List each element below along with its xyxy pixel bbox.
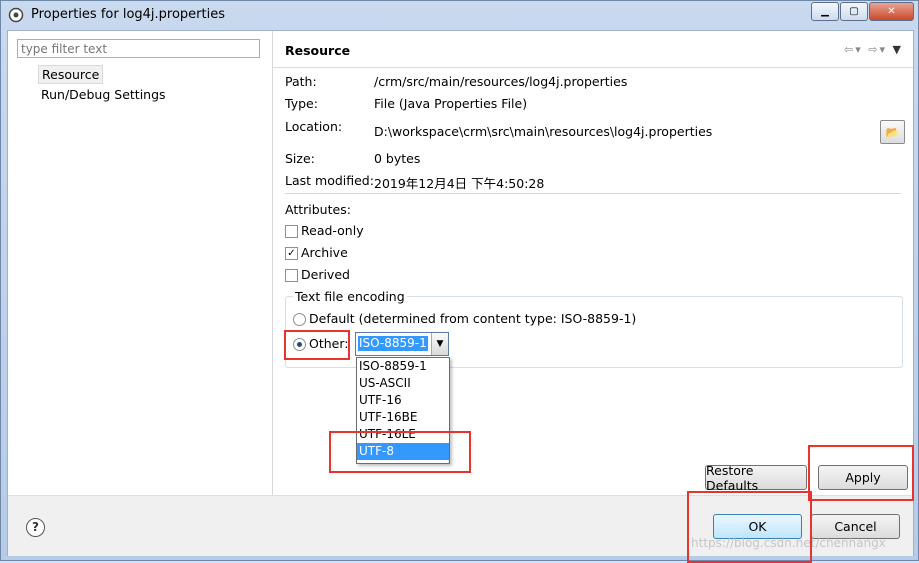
help-icon[interactable]: ? bbox=[26, 518, 45, 537]
size-value: 0 bytes bbox=[374, 151, 421, 166]
read-only-label: Read-only bbox=[301, 223, 364, 238]
encoding-group-label: Text file encoding bbox=[293, 289, 407, 304]
default-encoding-radio[interactable] bbox=[293, 313, 306, 326]
apply-button[interactable]: Apply bbox=[818, 465, 908, 490]
size-label: Size: bbox=[285, 151, 315, 166]
other-encoding-label: Other: bbox=[309, 336, 349, 351]
archive-checkbox[interactable]: ✓ bbox=[285, 247, 298, 260]
derived-checkbox[interactable] bbox=[285, 269, 298, 282]
minimize-icon: ▁ bbox=[821, 6, 829, 17]
folder-open-icon: 📂 bbox=[885, 125, 900, 139]
encoding-combo[interactable]: ISO-8859-1 ▼ bbox=[355, 332, 449, 356]
sidebar-item-resource[interactable]: Resource bbox=[38, 65, 104, 84]
encoding-option[interactable]: US-ASCII bbox=[357, 375, 449, 392]
title-bar: Properties for log4j.properties ▁ ▢ ✕ bbox=[1, 1, 918, 29]
encoding-option-highlighted[interactable]: UTF-8 bbox=[357, 443, 449, 460]
divider bbox=[285, 193, 901, 194]
eclipse-app-icon bbox=[8, 7, 24, 23]
view-menu-icon[interactable]: ▼ bbox=[893, 43, 903, 56]
properties-dialog: Properties for log4j.properties ▁ ▢ ✕ Re… bbox=[0, 0, 919, 563]
resource-page: Resource ⇦▾ ⇨▾ ▼ Path: /crm/src/main/res… bbox=[273, 31, 913, 495]
location-label: Location: bbox=[285, 119, 343, 134]
filter-input[interactable] bbox=[17, 39, 260, 58]
nav-arrows: ⇦▾ ⇨▾ ▼ bbox=[844, 43, 903, 56]
watermark: https://blog.csdn.net/chenhangx bbox=[691, 536, 886, 550]
type-value: File (Java Properties File) bbox=[374, 96, 528, 111]
path-value: /crm/src/main/resources/log4j.properties bbox=[374, 74, 628, 89]
page-header: Resource ⇦▾ ⇨▾ ▼ bbox=[273, 31, 913, 68]
default-encoding-label: Default (determined from content type: I… bbox=[309, 311, 637, 326]
maximize-icon: ▢ bbox=[849, 6, 859, 17]
modified-value: 2019年12月4日 下午4:50:28 bbox=[374, 176, 545, 191]
archive-label: Archive bbox=[301, 245, 348, 260]
window-title: Properties for log4j.properties bbox=[31, 7, 226, 22]
sidebar: Resource Run/Debug Settings bbox=[8, 31, 273, 495]
read-only-checkbox[interactable] bbox=[285, 225, 298, 238]
close-button[interactable]: ✕ bbox=[869, 2, 914, 21]
restore-defaults-button[interactable]: Restore Defaults bbox=[705, 463, 807, 493]
encoding-dropdown-list: ISO-8859-1 US-ASCII UTF-16 UTF-16BE UTF-… bbox=[356, 357, 450, 464]
maximize-button[interactable]: ▢ bbox=[840, 2, 868, 21]
attributes-label: Attributes: bbox=[285, 202, 351, 217]
encoding-option[interactable]: ISO-8859-1 bbox=[357, 358, 449, 375]
other-encoding-radio[interactable] bbox=[293, 338, 306, 351]
path-label: Path: bbox=[285, 74, 317, 89]
page-title: Resource bbox=[285, 43, 351, 58]
close-icon: ✕ bbox=[887, 6, 896, 17]
location-value: D:\workspace\crm\src\main\resources\log4… bbox=[374, 124, 713, 139]
show-in-explorer-button[interactable]: 📂 bbox=[880, 120, 905, 144]
back-menu-icon[interactable]: ▾ bbox=[855, 43, 863, 56]
encoding-option[interactable]: UTF-16 bbox=[357, 392, 449, 409]
minimize-button[interactable]: ▁ bbox=[811, 2, 839, 21]
dialog-client: Resource Run/Debug Settings Resource ⇦▾ … bbox=[7, 30, 914, 556]
back-arrow-icon[interactable]: ⇦ bbox=[844, 43, 855, 56]
forward-arrow-icon[interactable]: ⇨ bbox=[868, 43, 879, 56]
chevron-down-icon[interactable]: ▼ bbox=[431, 333, 448, 355]
type-label: Type: bbox=[285, 96, 318, 111]
encoding-option[interactable]: UTF-16BE bbox=[357, 409, 449, 426]
derived-label: Derived bbox=[301, 267, 350, 282]
forward-menu-icon[interactable]: ▾ bbox=[880, 43, 888, 56]
sidebar-item-run-debug[interactable]: Run/Debug Settings bbox=[38, 86, 169, 103]
modified-label: Last modified: bbox=[285, 173, 374, 188]
encoding-option[interactable]: UTF-16LE bbox=[357, 426, 449, 443]
encoding-combo-value[interactable]: ISO-8859-1 bbox=[358, 336, 428, 351]
